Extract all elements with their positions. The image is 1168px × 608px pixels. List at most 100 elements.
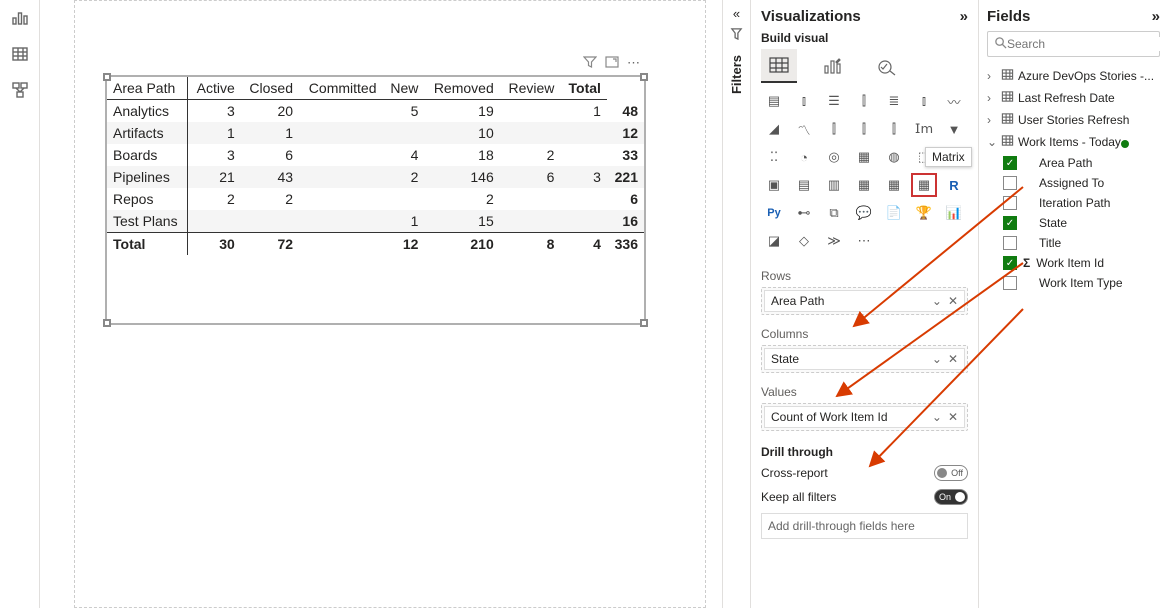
viz-type-1[interactable]: ⫾: [791, 89, 817, 113]
viz-type-7[interactable]: ◢: [761, 117, 787, 141]
viz-type-30[interactable]: ⧉: [821, 201, 847, 225]
field-checkbox[interactable]: ✓: [1003, 256, 1017, 270]
cross-report-toggle[interactable]: Off: [934, 465, 968, 481]
field-checkbox[interactable]: ✓: [1003, 156, 1017, 170]
viz-type-31[interactable]: 💬: [851, 201, 877, 225]
remove-icon[interactable]: ✕: [948, 294, 958, 308]
values-label: Values: [761, 385, 968, 399]
field-checkbox[interactable]: [1003, 276, 1017, 290]
field-row[interactable]: ✓ State: [1003, 213, 1160, 233]
fields-search[interactable]: [987, 31, 1160, 57]
viz-type-28[interactable]: Py: [761, 201, 787, 225]
report-canvas[interactable]: ⋯ Area PathActiveClosedCommittedNewRemov…: [40, 0, 722, 608]
rows-label: Rows: [761, 269, 968, 283]
table-item[interactable]: ⌄Work Items - Today: [987, 131, 1160, 153]
collapse-viz-icon[interactable]: »: [960, 8, 968, 25]
field-label: Iteration Path: [1039, 196, 1110, 210]
keep-filters-toggle[interactable]: On: [934, 489, 968, 505]
field-checkbox[interactable]: [1003, 176, 1017, 190]
filters-icon: [730, 27, 743, 43]
field-row[interactable]: Assigned To: [1003, 173, 1160, 193]
viz-type-29[interactable]: ⊷: [791, 201, 817, 225]
matrix-table: Area PathActiveClosedCommittedNewRemoved…: [107, 77, 644, 255]
rows-well[interactable]: Area Path ⌄✕: [761, 287, 968, 315]
viz-type-33[interactable]: 🏆: [911, 201, 937, 225]
expand-filters-icon[interactable]: «: [733, 6, 740, 21]
collapse-fields-icon[interactable]: »: [1152, 8, 1160, 25]
field-checkbox[interactable]: [1003, 236, 1017, 250]
build-visual-tab[interactable]: [761, 49, 797, 83]
viz-type-8[interactable]: 〽: [791, 117, 817, 141]
viz-type-10[interactable]: ⫿: [851, 117, 877, 141]
viz-type-35[interactable]: ◪: [761, 229, 787, 253]
field-row[interactable]: ✓ΣWork Item Id: [1003, 253, 1160, 273]
table-item[interactable]: ›Last Refresh Date: [987, 87, 1160, 109]
field-label: Work Item Id: [1036, 256, 1104, 270]
chevron-down-icon[interactable]: ⌄: [932, 294, 942, 308]
viz-type-13[interactable]: ▼: [941, 117, 967, 141]
columns-well[interactable]: State ⌄✕: [761, 345, 968, 373]
viz-type-12[interactable]: 𝖨𝗆: [911, 117, 937, 141]
values-well[interactable]: Count of Work Item Id ⌄✕: [761, 403, 968, 431]
viz-type-0[interactable]: ▤: [761, 89, 787, 113]
viz-type-15[interactable]: ◔: [791, 145, 817, 169]
focus-mode-icon[interactable]: [605, 55, 619, 72]
chevron-down-icon[interactable]: ⌄: [932, 352, 942, 366]
viz-type-24[interactable]: ▦: [851, 173, 877, 197]
viz-type-26[interactable]: ▦: [911, 173, 937, 197]
drill-through-dropzone[interactable]: Add drill-through fields here: [761, 513, 968, 539]
field-row[interactable]: Work Item Type: [1003, 273, 1160, 293]
viz-type-4[interactable]: ≣: [881, 89, 907, 113]
rows-item[interactable]: Area Path ⌄✕: [764, 290, 965, 312]
viz-type-36[interactable]: ◇: [791, 229, 817, 253]
remove-icon[interactable]: ✕: [948, 410, 958, 424]
search-icon: [994, 36, 1007, 52]
viz-type-22[interactable]: ▤: [791, 173, 817, 197]
filter-icon[interactable]: [583, 55, 597, 72]
viz-type-9[interactable]: ⫿: [821, 117, 847, 141]
values-item[interactable]: Count of Work Item Id ⌄✕: [764, 406, 965, 428]
viz-type-38[interactable]: ⋯: [851, 229, 877, 253]
viz-type-21[interactable]: ▣: [761, 173, 787, 197]
model-view-icon[interactable]: [8, 78, 32, 102]
viz-type-2[interactable]: ☰: [821, 89, 847, 113]
table-item[interactable]: ›Azure DevOps Stories -...: [987, 65, 1160, 87]
matrix-visual[interactable]: ⋯ Area PathActiveClosedCommittedNewRemov…: [105, 75, 646, 325]
viz-type-23[interactable]: ▥: [821, 173, 847, 197]
viz-type-11[interactable]: ⫿: [881, 117, 907, 141]
remove-icon[interactable]: ✕: [948, 352, 958, 366]
filters-label: Filters: [729, 55, 744, 94]
format-visual-tab[interactable]: [815, 49, 851, 83]
viz-type-16[interactable]: ◎: [821, 145, 847, 169]
search-input[interactable]: [1007, 37, 1162, 51]
table-item[interactable]: ›User Stories Refresh: [987, 109, 1160, 131]
field-label: State: [1039, 216, 1067, 230]
viz-type-34[interactable]: 📊: [941, 201, 967, 225]
columns-item[interactable]: State ⌄✕: [764, 348, 965, 370]
table-view-icon[interactable]: [8, 42, 32, 66]
viz-type-14[interactable]: ⁚⁚: [761, 145, 787, 169]
viz-type-27[interactable]: R: [941, 173, 967, 197]
more-options-icon[interactable]: ⋯: [627, 55, 640, 72]
field-row[interactable]: Iteration Path: [1003, 193, 1160, 213]
chart-view-icon[interactable]: [8, 6, 32, 30]
field-row[interactable]: ✓Area Path: [1003, 153, 1160, 173]
viz-type-32[interactable]: 📄: [881, 201, 907, 225]
viz-type-37[interactable]: ≫: [821, 229, 847, 253]
viz-type-5[interactable]: ⫾: [911, 89, 937, 113]
build-visual-label: Build visual: [761, 31, 968, 45]
chevron-down-icon[interactable]: ⌄: [932, 410, 942, 424]
viz-type-25[interactable]: ▦: [881, 173, 907, 197]
visualization-gallery: Matrix ▤⫾☰⫿≣⫾〰◢〽⫿⫿⫿𝖨𝗆▼⁚⁚◔◎▦◍⬚𝟣𝟤𝟥▣▤▥▦▦▦RP…: [761, 89, 968, 253]
field-checkbox[interactable]: [1003, 196, 1017, 210]
viz-type-17[interactable]: ▦: [851, 145, 877, 169]
visualizations-title: Visualizations: [761, 8, 861, 25]
viz-tooltip: Matrix: [925, 147, 972, 167]
field-checkbox[interactable]: ✓: [1003, 216, 1017, 230]
analytics-tab[interactable]: [869, 49, 905, 83]
viz-type-18[interactable]: ◍: [881, 145, 907, 169]
viz-type-6[interactable]: 〰: [941, 89, 967, 113]
field-row[interactable]: Title: [1003, 233, 1160, 253]
filters-pane-collapsed[interactable]: « Filters: [722, 0, 750, 608]
viz-type-3[interactable]: ⫿: [851, 89, 877, 113]
